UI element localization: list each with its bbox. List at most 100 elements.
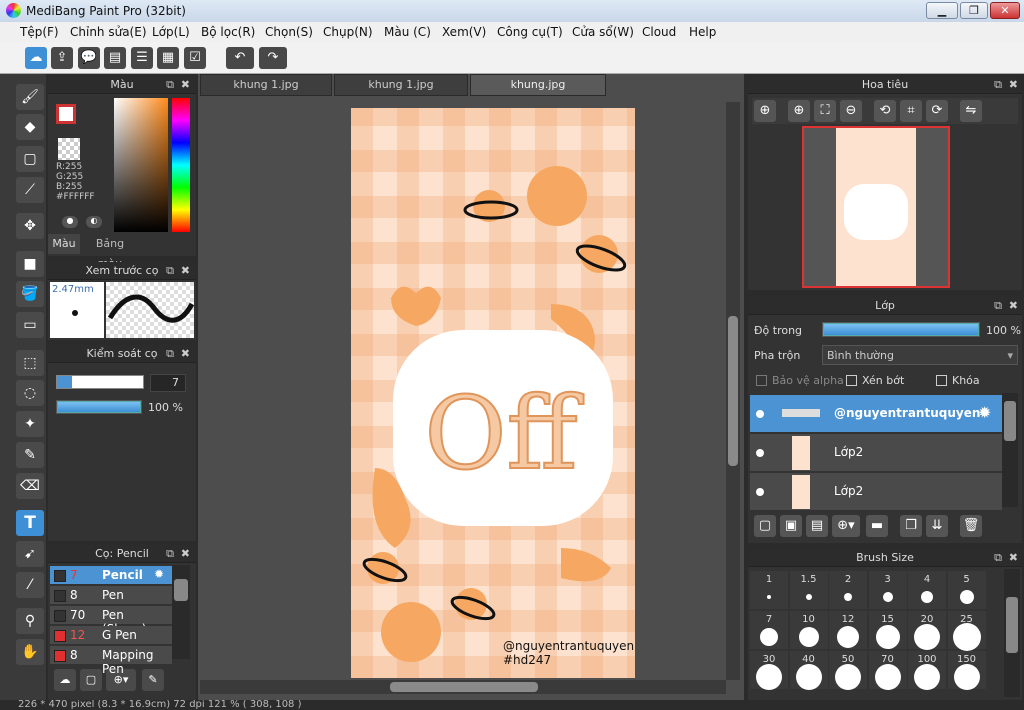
brush-size-preset[interactable]: 5 bbox=[947, 571, 986, 609]
gear-icon[interactable]: ✹ bbox=[978, 403, 991, 422]
undo-icon[interactable]: ↶ bbox=[226, 47, 254, 69]
new-8bit-layer-icon[interactable]: ▤ bbox=[806, 515, 828, 537]
merge-layer-icon[interactable]: ⇊ bbox=[926, 515, 948, 537]
close-button[interactable]: ✕ bbox=[990, 2, 1020, 19]
reset-view-icon[interactable]: ⌗ bbox=[900, 100, 922, 122]
magic-wand-tool-icon[interactable]: ✦ bbox=[16, 411, 44, 437]
zoom-in-icon[interactable]: ⊕ bbox=[754, 100, 776, 122]
divide-tool-icon[interactable]: ⁄ bbox=[16, 572, 44, 598]
brush-size-preset[interactable]: 150 bbox=[947, 651, 986, 690]
popout-icon[interactable]: ⧉ bbox=[166, 76, 174, 94]
close-icon[interactable]: ✖ bbox=[1009, 297, 1018, 315]
brush-size-preset[interactable]: 15 bbox=[868, 611, 907, 649]
text-tool-icon[interactable]: T bbox=[16, 510, 44, 536]
layer-row[interactable]: @nguyentrantuquyen ✹ bbox=[750, 395, 1002, 433]
comment-icon[interactable]: 💬 bbox=[78, 47, 100, 69]
menu-edit[interactable]: Chỉnh sửa(E) bbox=[70, 25, 147, 39]
brush-list-scrollbar[interactable] bbox=[172, 565, 190, 659]
menu-color[interactable]: Màu (C) bbox=[384, 25, 431, 39]
brush-size-value[interactable]: 7 bbox=[150, 374, 186, 392]
transparent-swatch[interactable] bbox=[58, 138, 80, 160]
brush-item-mapping-pen[interactable]: 8 Mapping Pen bbox=[50, 646, 172, 676]
delete-layer-icon[interactable]: 🗑 bbox=[960, 515, 982, 537]
select-eraser-tool-icon[interactable]: ⌫ bbox=[16, 473, 44, 499]
document-icon[interactable]: ☰ bbox=[131, 47, 153, 69]
close-icon[interactable]: ✖ bbox=[1009, 549, 1018, 567]
operation-tool-icon[interactable]: ➹ bbox=[16, 541, 44, 567]
close-icon[interactable]: ✖ bbox=[1009, 76, 1018, 94]
eraser-tool-icon[interactable]: ◆ bbox=[16, 114, 44, 140]
brush-item-g-pen[interactable]: 12 G Pen bbox=[50, 626, 172, 645]
brush-size-preset[interactable]: 7 bbox=[750, 611, 788, 649]
select-pen-tool-icon[interactable]: ✎ bbox=[16, 442, 44, 468]
close-icon[interactable]: ✖ bbox=[181, 76, 190, 94]
close-icon[interactable]: ✖ bbox=[181, 545, 190, 563]
hue-slider[interactable] bbox=[172, 98, 190, 232]
flip-icon[interactable]: ⇋ bbox=[960, 100, 982, 122]
popout-icon[interactable]: ⧉ bbox=[166, 262, 174, 280]
tab-khung-1-b[interactable]: khung 1.jpg bbox=[334, 74, 468, 96]
brush-size-preset[interactable]: 50 bbox=[829, 651, 867, 690]
brush-tool-icon[interactable]: 🖌 bbox=[16, 84, 44, 110]
move-tool-icon[interactable]: ✥ bbox=[16, 213, 44, 239]
fill-rect-tool-icon[interactable]: ■ bbox=[16, 251, 44, 277]
layer-list-scrollbar[interactable] bbox=[1002, 393, 1018, 507]
popout-icon[interactable]: ⧉ bbox=[994, 76, 1002, 94]
brush-size-preset[interactable]: 100 bbox=[908, 651, 946, 690]
gradient-tool-icon[interactable]: ▭ bbox=[16, 312, 44, 338]
brush-size-preset[interactable]: 25 bbox=[947, 611, 986, 651]
clipping-checkbox[interactable] bbox=[846, 375, 857, 386]
menu-layer[interactable]: Lớp(L) bbox=[152, 25, 190, 39]
menu-window[interactable]: Cửa sổ(W) bbox=[572, 25, 634, 39]
rotate-right-icon[interactable]: ⟳ bbox=[926, 100, 948, 122]
menu-select[interactable]: Chọn(S) bbox=[265, 25, 313, 39]
add-layer-dropdown-icon[interactable]: ⊕▾ bbox=[832, 515, 860, 537]
brush-size-preset[interactable]: 70 bbox=[868, 651, 907, 690]
eyedropper-tool-icon[interactable]: ⚲ bbox=[16, 608, 44, 634]
menu-cloud[interactable]: Cloud bbox=[642, 25, 676, 39]
menu-view[interactable]: Xem(V) bbox=[442, 25, 486, 39]
zoom-out-icon[interactable]: ⊖ bbox=[840, 100, 862, 122]
artwork-canvas[interactable]: Off @nguyentrantuquyen #hd247 bbox=[351, 108, 635, 678]
fit-icon[interactable]: ⛶ bbox=[814, 100, 836, 122]
canvas-horizontal-scrollbar[interactable] bbox=[200, 680, 726, 694]
menu-help[interactable]: Help bbox=[689, 25, 716, 39]
zoom-plus-icon[interactable]: ⊕ bbox=[788, 100, 810, 122]
brush-size-slider[interactable] bbox=[56, 375, 144, 389]
gear-icon[interactable]: ✹ bbox=[154, 567, 164, 581]
close-icon[interactable]: ✖ bbox=[181, 345, 190, 363]
popout-icon[interactable]: ⧉ bbox=[994, 549, 1002, 567]
color-picker-icon[interactable]: ● bbox=[62, 216, 78, 228]
lasso-tool-icon[interactable]: ◌ bbox=[16, 380, 44, 406]
protect-alpha-checkbox[interactable] bbox=[756, 375, 767, 386]
check-list-icon[interactable]: ☑ bbox=[184, 47, 206, 69]
layer-opacity-slider[interactable] bbox=[822, 322, 980, 337]
share-icon[interactable]: ⇪ bbox=[51, 47, 73, 69]
brush-size-preset[interactable]: 3 bbox=[868, 571, 907, 609]
visibility-icon[interactable] bbox=[756, 410, 764, 418]
tab-palette[interactable]: Bảng màu bbox=[82, 234, 138, 270]
rectangle-tool-icon[interactable]: ▢ bbox=[16, 146, 44, 172]
select-tool-icon[interactable]: ⬚ bbox=[16, 350, 44, 376]
brush-opacity-slider[interactable] bbox=[56, 400, 142, 414]
brush-item-pen-sharp[interactable]: 70 Pen (Sharp) bbox=[50, 606, 172, 636]
color-saturation-square[interactable] bbox=[114, 98, 168, 232]
tab-khung-1-a[interactable]: khung 1.jpg bbox=[200, 74, 332, 96]
brush-size-preset[interactable]: 4 bbox=[908, 571, 946, 609]
menu-tools[interactable]: Công cụ(T) bbox=[497, 25, 563, 39]
primary-color-swatch[interactable] bbox=[56, 104, 76, 124]
dot-tool-icon[interactable]: ⟋ bbox=[16, 177, 44, 203]
hand-tool-icon[interactable]: ✋ bbox=[16, 639, 44, 665]
new-layer-icon[interactable]: ▢ bbox=[754, 515, 776, 537]
layer-row[interactable]: Lớp2 bbox=[750, 473, 1002, 511]
brush-size-preset[interactable]: 12 bbox=[829, 611, 867, 649]
tab-color[interactable]: Màu bbox=[48, 234, 80, 254]
popout-icon[interactable]: ⧉ bbox=[994, 297, 1002, 315]
brush-size-preset[interactable]: 2 bbox=[829, 571, 867, 609]
grid-icon[interactable]: ▦ bbox=[157, 47, 179, 69]
navigator-viewport[interactable] bbox=[802, 126, 950, 288]
redo-icon[interactable]: ↷ bbox=[259, 47, 287, 69]
popout-icon[interactable]: ⧉ bbox=[166, 545, 174, 563]
blend-mode-select[interactable]: Bình thường ▾ bbox=[822, 345, 1018, 365]
brush-item-pencil[interactable]: 7 Pencil ✹ bbox=[50, 566, 172, 585]
